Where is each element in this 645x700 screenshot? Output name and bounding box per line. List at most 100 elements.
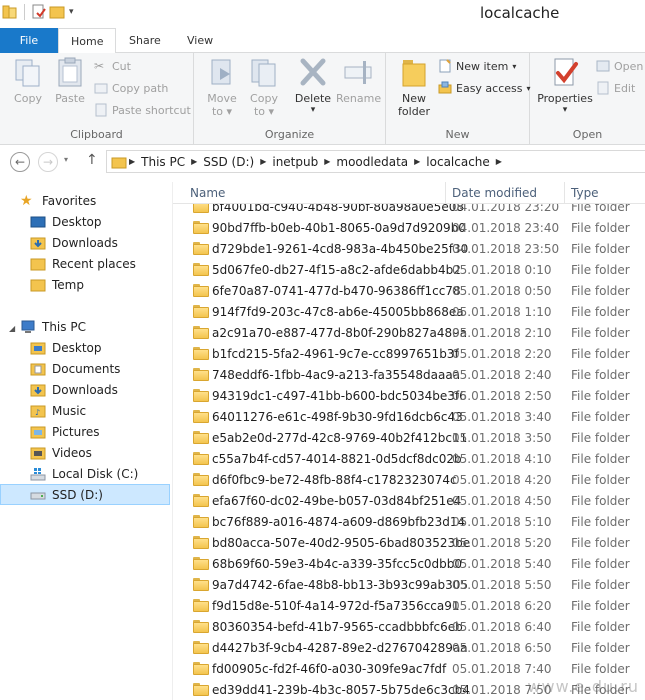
tab-view[interactable]: View — [175, 28, 225, 53]
folder-icon — [193, 305, 209, 318]
copy-to-button[interactable]: Copy to ▾ — [246, 56, 282, 118]
tab-file[interactable]: File — [0, 28, 58, 53]
open-button[interactable]: Open — [596, 59, 643, 73]
tab-home[interactable]: Home — [58, 28, 117, 54]
file-row[interactable]: f9d15d8e-510f-4a14-972d-f5a7356cca91 05.0… — [173, 596, 645, 617]
file-row[interactable]: 90bd7ffb-b0eb-40b1-8065-0a9d7d9209b0 04.0… — [173, 218, 645, 239]
paste-shortcut-button[interactable]: Paste shortcut — [94, 103, 191, 117]
window-title: localcache — [480, 4, 560, 22]
new-folder-qat-icon[interactable] — [49, 4, 65, 20]
crumb-inetpub[interactable]: inetpub — [268, 155, 322, 169]
column-separator[interactable] — [564, 182, 565, 204]
back-button[interactable]: ← — [10, 152, 30, 172]
clipboard-group: Copy Paste ✂ Cut Copy path Paste shortcu… — [0, 53, 194, 145]
delete-dropdown-icon[interactable]: ▾ — [294, 105, 332, 115]
file-row[interactable]: efa67f60-dc02-49be-b057-03d84bf251e4 05.0… — [173, 491, 645, 512]
new-item-button[interactable]: New item ▾ — [438, 59, 516, 73]
delete-button[interactable]: Delete ▾ — [294, 56, 332, 115]
file-row[interactable]: c55a7b4f-cd57-4014-8821-0d5dcf8dc02b 05.0… — [173, 449, 645, 470]
crumb-localcache[interactable]: localcache — [422, 155, 494, 169]
copy-path-button[interactable]: Copy path — [94, 81, 168, 95]
nav-pc-videos-label: Videos — [52, 445, 92, 460]
folder-icon — [193, 536, 209, 549]
address-bar[interactable]: ▶ This PC ▶ SSD (D:) ▶ inetpub ▶ moodled… — [106, 150, 645, 173]
file-row[interactable]: 94319dc1-c497-41bb-b600-bdc5034be3f6 05.0… — [173, 386, 645, 407]
crumb-arrow-icon[interactable]: ▶ — [322, 157, 332, 166]
cut-button[interactable]: ✂ Cut — [94, 59, 131, 73]
this-pc-expander-icon[interactable]: ◢ — [9, 324, 15, 333]
new-folder-button[interactable]: New folder — [394, 56, 434, 118]
new-item-icon — [438, 59, 452, 73]
easy-access-button[interactable]: Easy access ▾ — [438, 81, 531, 95]
file-date: 05.01.2018 5:40 — [452, 557, 552, 571]
crumb-arrow-icon[interactable]: ▶ — [494, 157, 504, 166]
file-row[interactable]: e5ab2e0d-277d-42c8-9769-40b2f412bc11 05.0… — [173, 428, 645, 449]
nav-this-pc[interactable]: This PC — [20, 316, 190, 337]
file-type: File folder — [571, 452, 630, 466]
folder-icon — [193, 452, 209, 465]
file-date: 05.01.2018 6:40 — [452, 620, 552, 634]
file-row[interactable]: 80360354-befd-41b7-9565-ccadbbbfc6eb 05.0… — [173, 617, 645, 638]
crumb-arrow-icon[interactable]: ▶ — [412, 157, 422, 166]
file-row[interactable]: d4427b3f-9cb4-4287-89e2-d276704289aa 05.0… — [173, 638, 645, 659]
nav-this-pc-label: This PC — [42, 319, 86, 334]
column-type-header[interactable]: Type — [571, 186, 599, 200]
file-row[interactable]: d729bde1-9261-4cd8-983a-4b450be25f30 04.0… — [173, 239, 645, 260]
up-arrow-icon[interactable]: ↑ — [86, 152, 98, 168]
file-row[interactable]: b1fcd215-5fa2-4961-9c7e-cc8997651b3f 05.0… — [173, 344, 645, 365]
column-name-header[interactable]: Name — [190, 186, 225, 200]
properties-dropdown-icon[interactable]: ▾ — [536, 105, 594, 115]
file-row[interactable]: bc76f889-a016-4874-a609-d869bfb23d14 05.0… — [173, 512, 645, 533]
folder-icon — [193, 662, 209, 675]
folder-icon — [193, 389, 209, 402]
column-separator[interactable] — [445, 182, 446, 204]
file-row[interactable]: d6f0fbc9-be72-48fb-88f4-c1782323074c 05.0… — [173, 470, 645, 491]
nav-fav-recent-label: Recent places — [52, 256, 136, 271]
file-date: 05.01.2018 2:20 — [452, 347, 552, 361]
recent-locations-icon[interactable]: ▾ — [64, 155, 68, 164]
customize-qat-icon[interactable]: ▾ — [69, 7, 74, 17]
nav-pc-ssd[interactable]: SSD (D:) — [0, 484, 170, 505]
paste-shortcut-label: Paste shortcut — [112, 103, 191, 117]
file-row[interactable]: 748eddf6-1fbb-4ac9-a213-fa35548daaaa 05.0… — [173, 365, 645, 386]
rename-button[interactable]: Rename — [336, 56, 382, 105]
column-date-header[interactable]: Date modified — [452, 186, 537, 200]
copy-button[interactable]: Copy — [10, 56, 46, 105]
tab-share[interactable]: Share — [117, 28, 173, 53]
forward-button[interactable]: → — [38, 152, 58, 172]
file-row[interactable]: bd80acca-507e-40d2-9505-6bad803523be 05.0… — [173, 533, 645, 554]
crumb-this-pc[interactable]: This PC — [137, 155, 189, 169]
nav-pc-local-disk-label: Local Disk (C:) — [52, 466, 139, 481]
file-row[interactable]: 64011276-e61c-498f-9b30-9fd16dcb6c43 05.0… — [173, 407, 645, 428]
rename-label: Rename — [336, 92, 382, 105]
edit-button[interactable]: Edit — [596, 81, 635, 95]
crumb-ssd[interactable]: SSD (D:) — [199, 155, 258, 169]
crumb-moodledata[interactable]: moodledata — [332, 155, 412, 169]
file-row[interactable]: 9a7d4742-6fae-48b8-bb13-3b93c99ab305 05.0… — [173, 575, 645, 596]
nav-favorites[interactable]: ★ Favorites — [20, 190, 190, 211]
easy-access-label: Easy access — [456, 81, 523, 95]
navigation-pane: ★ Favorites Desktop Downloads Recent pla… — [0, 182, 172, 700]
new-folder-label: New — [402, 92, 426, 105]
crumb-arrow-icon[interactable]: ▶ — [189, 157, 199, 166]
file-row[interactable]: 5d067fe0-db27-4f15-a8c2-afde6dabb4b2 05.0… — [173, 260, 645, 281]
move-to-button[interactable]: Move to ▾ — [204, 56, 240, 118]
folder-icon — [193, 368, 209, 381]
file-row[interactable]: 68b69f60-59e3-4b4c-a339-35fcc5c0dbb0 05.0… — [173, 554, 645, 575]
file-type: File folder — [571, 389, 630, 403]
downloads-folder-icon — [30, 383, 46, 397]
crumb-arrow-icon[interactable]: ▶ — [258, 157, 268, 166]
file-row[interactable]: 6fe70a87-0741-477d-b470-96386ff1cc78 05.0… — [173, 281, 645, 302]
file-row[interactable]: a2c91a70-e887-477d-8b0f-290b827a489a 05.0… — [173, 323, 645, 344]
nav-pc-downloads-label: Downloads — [52, 382, 118, 397]
back-arrow-icon: ← — [14, 155, 26, 169]
crumb-arrow-icon[interactable]: ▶ — [127, 157, 137, 166]
nav-favorites-label: Favorites — [42, 193, 97, 208]
folder-icon — [193, 515, 209, 528]
file-row[interactable]: 914f7fd9-203c-47c8-ab6e-45005bb868ea 05.0… — [173, 302, 645, 323]
delete-label: Delete — [294, 92, 332, 105]
folder-icon — [193, 578, 209, 591]
properties-button[interactable]: Properties ▾ — [536, 56, 594, 115]
properties-qat-icon[interactable] — [31, 4, 47, 20]
paste-button[interactable]: Paste — [52, 56, 88, 105]
